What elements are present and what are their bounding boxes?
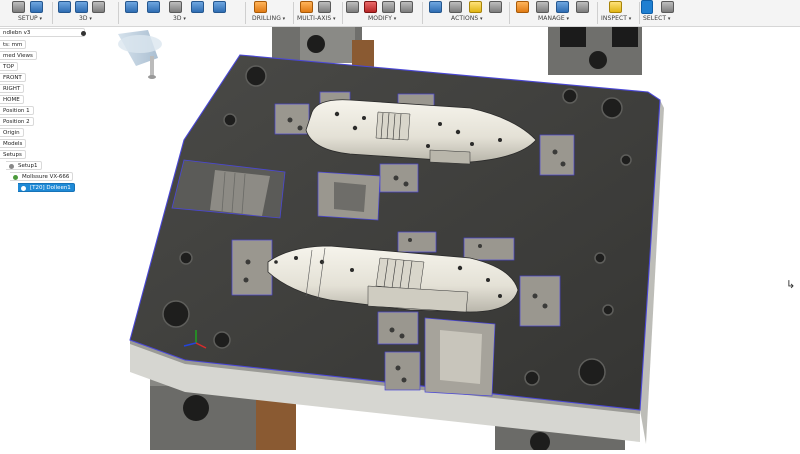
tree-item-setups[interactable]: Setups — [0, 150, 26, 159]
manage-icon[interactable] — [536, 1, 549, 13]
separator — [52, 2, 53, 24]
scissors-icon[interactable] — [346, 1, 359, 13]
actions-label[interactable]: ACTIONS — [451, 15, 483, 22]
tree-item-top[interactable]: TOP — [0, 62, 19, 71]
tree-item-label: Mollssure VX-666 — [22, 174, 70, 180]
tree-item-named-views[interactable]: med Views — [0, 51, 37, 60]
tree-item-right[interactable]: RIGHT — [0, 84, 25, 93]
actions-icon[interactable] — [449, 1, 462, 13]
inspect-icon[interactable] — [609, 1, 622, 13]
select-label[interactable]: SELECT — [643, 15, 671, 22]
select-group[interactable]: SELECT — [641, 0, 681, 26]
setup-label[interactable]: SETUP — [18, 15, 42, 22]
setup-icon[interactable] — [12, 1, 25, 13]
multiaxis-label[interactable]: MULTI-AXIS — [297, 15, 336, 22]
separator — [245, 2, 246, 24]
drill-icon[interactable] — [254, 1, 267, 13]
document-root[interactable]: ndlebn v3 — [0, 28, 86, 37]
select-filter-icon[interactable] — [661, 1, 674, 13]
manage-label[interactable]: MANAGE — [538, 15, 569, 22]
browser-panel: ndlebn v3 ts: mm med Views TOP FRONT RIG… — [0, 28, 96, 218]
multiaxis-icon[interactable] — [318, 1, 331, 13]
separator — [597, 2, 598, 24]
swarf-icon[interactable] — [300, 1, 313, 13]
surface-icon[interactable] — [213, 1, 226, 13]
tree-item-label: Origin — [3, 130, 20, 136]
3d-label[interactable]: 3D — [173, 15, 186, 22]
simulate-icon[interactable] — [429, 1, 442, 13]
inspect-label[interactable]: INSPECT — [601, 15, 631, 22]
separator — [342, 2, 343, 24]
face-icon[interactable] — [58, 1, 71, 13]
tree-item-label: Position 2 — [3, 119, 30, 125]
separator — [509, 2, 510, 24]
tree-item-operation[interactable]: Mollssure VX-666 — [10, 172, 74, 181]
modify-group[interactable]: MODIFY — [344, 0, 420, 26]
tree-item-label: Setups — [3, 152, 22, 158]
inspect-group[interactable]: INSPECT — [599, 0, 637, 26]
tree-item-position-2[interactable]: Position 2 — [0, 117, 34, 126]
copy-icon[interactable] — [400, 1, 413, 13]
modify-label[interactable]: MODIFY — [368, 15, 396, 22]
pocket3d-icon[interactable] — [147, 1, 160, 13]
actions-group[interactable]: ACTIONS — [425, 0, 507, 26]
tree-item-label: Setup1 — [18, 163, 38, 169]
pin-icon[interactable] — [81, 31, 86, 36]
separator — [422, 2, 423, 24]
tree-item-label: FRONT — [3, 75, 22, 81]
multiaxis-group[interactable]: MULTI-AXIS — [296, 0, 340, 26]
tree-item-label: HOME — [3, 97, 20, 103]
select-icon[interactable] — [641, 0, 653, 14]
new-setup-icon[interactable] — [30, 1, 43, 13]
manage-group[interactable]: MANAGE — [512, 0, 594, 26]
document-title: ndlebn v3 — [3, 30, 31, 36]
tree-item-home[interactable]: HOME — [0, 95, 24, 104]
setup-icon — [9, 164, 14, 169]
setup-group[interactable]: SETUP — [8, 0, 50, 26]
pocket-icon[interactable] — [92, 1, 105, 13]
tree-item-models[interactable]: Models — [0, 139, 27, 148]
machine-icon[interactable] — [576, 1, 589, 13]
scallop-icon[interactable] — [191, 1, 204, 13]
separator — [293, 2, 294, 24]
tree-item-label: Position 1 — [3, 108, 30, 114]
tree-item-label: RIGHT — [3, 86, 21, 92]
viewport-canvas[interactable] — [0, 27, 800, 452]
2d-label[interactable]: 3D — [79, 15, 92, 22]
drilling-group[interactable]: DRILLING — [248, 0, 290, 26]
tree-item-label: Models — [3, 141, 23, 147]
tool-library-icon[interactable] — [516, 1, 529, 13]
tree-item-label: med Views — [3, 53, 33, 59]
tree-item-setup1[interactable]: Setup1 — [6, 161, 42, 170]
tree-item-front[interactable]: FRONT — [0, 73, 26, 82]
tree-item-position-1[interactable]: Position 1 — [0, 106, 34, 115]
2d-group[interactable]: 3D — [55, 0, 115, 26]
tree-item-tool-selected[interactable]: [T20] Dolleen1 — [18, 183, 75, 192]
toolbar: SETUP 3D 3D DRILLING MULTI-AXIS MODIFY — [0, 0, 800, 27]
parallel-icon[interactable] — [169, 1, 182, 13]
post-icon[interactable] — [469, 1, 482, 13]
tree-item-units[interactable]: ts: mm — [0, 40, 27, 49]
separator — [118, 2, 119, 24]
setup-sheet-icon[interactable] — [489, 1, 502, 13]
template-icon[interactable] — [556, 1, 569, 13]
operation-icon — [13, 175, 18, 180]
contour-icon[interactable] — [75, 1, 88, 13]
move-icon[interactable] — [382, 1, 395, 13]
3d-group[interactable]: 3D — [121, 0, 241, 26]
mouse-cursor-icon: ↳ — [786, 278, 796, 291]
tree-item-label: TOP — [3, 64, 15, 70]
tool-holder-icon — [118, 30, 162, 79]
adaptive-icon[interactable] — [125, 1, 138, 13]
tree-item-label: [T20] Dolleen1 — [30, 185, 71, 191]
tool-icon — [21, 186, 26, 191]
tree-item-origin[interactable]: Origin — [0, 128, 24, 137]
separator — [639, 2, 640, 24]
mold-scene — [118, 27, 664, 452]
tree-item-label: ts: mm — [3, 42, 23, 48]
delete-icon[interactable] — [364, 1, 377, 13]
drilling-label[interactable]: DRILLING — [252, 15, 285, 22]
